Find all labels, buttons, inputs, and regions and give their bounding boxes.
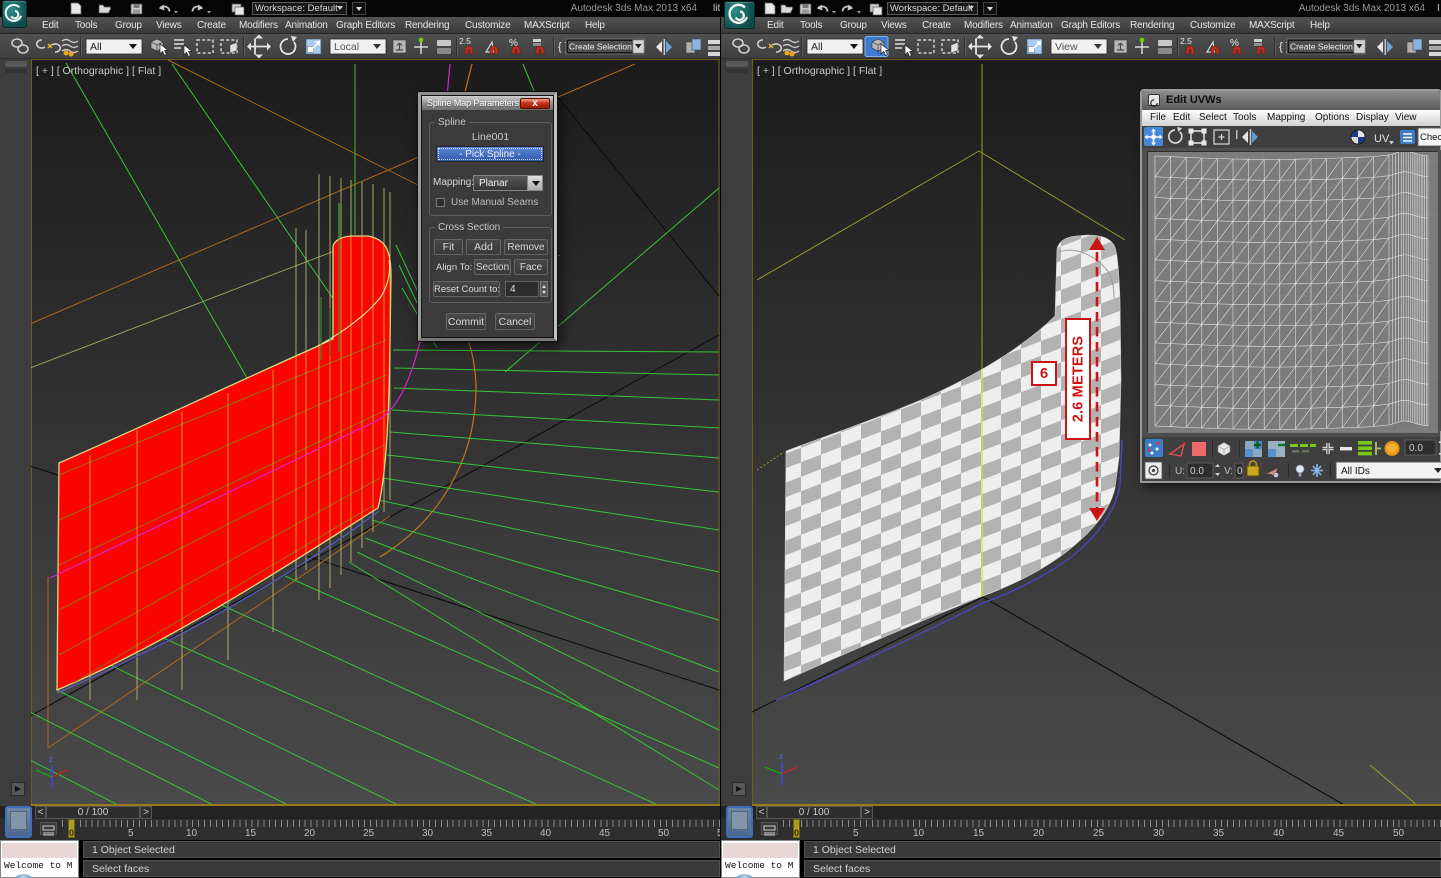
- svg-text:UV: UV: [1374, 133, 1390, 145]
- svg-text:0: 0: [1237, 466, 1243, 477]
- svg-text:All: All: [90, 41, 102, 53]
- svg-text:0.0: 0.0: [1190, 466, 1204, 477]
- svg-text:U:: U:: [1175, 466, 1185, 477]
- svg-text:0.0: 0.0: [1409, 443, 1423, 454]
- svg-text:Checke: Checke: [1420, 132, 1441, 143]
- svg-text:All: All: [811, 41, 823, 53]
- svg-text:z: z: [779, 752, 783, 761]
- svg-text:2.5: 2.5: [1180, 36, 1192, 46]
- svg-text:Local: Local: [334, 41, 359, 53]
- svg-text:2.5: 2.5: [459, 36, 471, 46]
- svg-text:All IDs: All IDs: [1341, 466, 1370, 477]
- svg-text:View: View: [1055, 41, 1078, 53]
- svg-text:z: z: [49, 755, 53, 764]
- svg-text:V:: V:: [1224, 466, 1233, 477]
